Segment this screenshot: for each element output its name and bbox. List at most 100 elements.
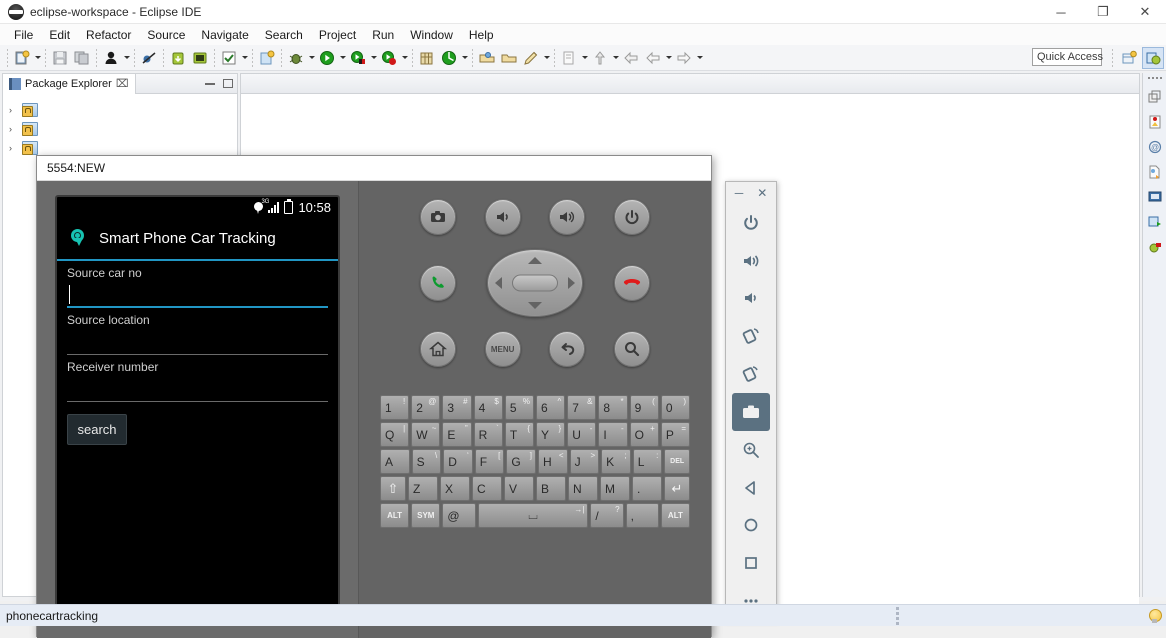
annotation-icon[interactable]: [559, 48, 579, 68]
maximize-view-button[interactable]: [223, 79, 233, 88]
menu-refactor[interactable]: Refactor: [78, 26, 139, 44]
open-type-icon[interactable]: [477, 48, 497, 68]
call-button[interactable]: [420, 265, 456, 301]
end-call-button[interactable]: [614, 265, 650, 301]
key-x[interactable]: X: [440, 476, 470, 501]
rotate-left-icon[interactable]: [732, 317, 770, 355]
key-enter[interactable]: ↵: [664, 476, 690, 501]
key-alt-right[interactable]: ALT: [660, 503, 691, 528]
receiver-number-input[interactable]: [67, 376, 328, 402]
key-d[interactable]: D ‘: [443, 449, 473, 474]
key-at[interactable]: @: [442, 503, 476, 528]
menu-window[interactable]: Window: [402, 26, 461, 44]
tab-package-explorer[interactable]: Package Explorer ⌧: [3, 73, 136, 94]
key-p[interactable]: P =: [660, 422, 691, 447]
rotate-right-icon[interactable]: [732, 355, 770, 393]
next-annotation-dropdown[interactable]: [611, 48, 620, 68]
run-external-dropdown[interactable]: [369, 48, 378, 68]
key-n[interactable]: N: [568, 476, 598, 501]
back-icon[interactable]: [621, 48, 641, 68]
key-3[interactable]: 3 #: [442, 395, 472, 420]
back-button[interactable]: [549, 331, 586, 367]
new-package-icon[interactable]: [417, 48, 437, 68]
volume-up-icon[interactable]: [732, 242, 770, 280]
key-5[interactable]: 5%: [504, 395, 535, 420]
expand-arrow-icon[interactable]: ›: [9, 143, 19, 153]
menu-run[interactable]: Run: [364, 26, 402, 44]
android-avd-manager-icon[interactable]: [190, 48, 210, 68]
zoom-icon[interactable]: [732, 431, 770, 469]
check-dropdown[interactable]: [240, 48, 249, 68]
forward-dropdown[interactable]: [695, 48, 704, 68]
phone-screen[interactable]: 3G 10:58 Smart Phone Car Tracking Source…: [55, 194, 340, 625]
key-e[interactable]: E”: [442, 422, 472, 447]
home-circle-icon[interactable]: [732, 507, 770, 545]
key-slash[interactable]: /?: [590, 503, 624, 528]
key-m[interactable]: M: [600, 476, 630, 501]
key-l[interactable]: L:: [632, 449, 663, 474]
lightbulb-icon[interactable]: [1149, 608, 1162, 623]
new-wizard-dropdown[interactable]: [33, 48, 42, 68]
key-space[interactable]: ⌴ →|: [477, 503, 589, 528]
source-car-no-input[interactable]: [67, 282, 328, 308]
menu-search[interactable]: Search: [257, 26, 311, 44]
menu-help[interactable]: Help: [461, 26, 502, 44]
dpad[interactable]: [487, 249, 583, 317]
ddms-icon[interactable]: [1146, 238, 1164, 256]
menu-project[interactable]: Project: [311, 26, 364, 44]
coverage-dropdown[interactable]: [460, 48, 469, 68]
quick-access-input[interactable]: Quick Access: [1032, 48, 1103, 66]
status-bar-grip[interactable]: [896, 606, 899, 625]
home-button[interactable]: [420, 331, 456, 367]
next-annotation-icon[interactable]: [590, 48, 610, 68]
key-g[interactable]: G]: [506, 449, 536, 474]
ddms-perspective-button[interactable]: [1142, 47, 1164, 69]
console-icon[interactable]: [1146, 188, 1164, 206]
user-dropdown[interactable]: [122, 48, 131, 68]
restore-button[interactable]: ❐: [1082, 0, 1124, 24]
tree-item[interactable]: ›: [3, 119, 237, 138]
key-c[interactable]: C: [472, 476, 502, 501]
minimize-view-button[interactable]: [205, 82, 215, 85]
source-location-input[interactable]: [67, 329, 328, 355]
menu-button[interactable]: MENU: [484, 331, 521, 367]
key-0[interactable]: 0): [660, 395, 691, 420]
key-y[interactable]: Y}: [536, 422, 566, 447]
menu-navigate[interactable]: Navigate: [193, 26, 256, 44]
minimize-button[interactable]: ─: [1040, 0, 1082, 24]
key-delete[interactable]: DEL: [664, 449, 690, 474]
at-icon[interactable]: @: [1146, 138, 1164, 156]
key-6[interactable]: 6 ^: [536, 395, 566, 420]
javadoc-icon[interactable]: [1146, 163, 1164, 181]
key-t[interactable]: T{: [504, 422, 535, 447]
new-wizard-icon[interactable]: [12, 48, 32, 68]
check-icon[interactable]: [219, 48, 239, 68]
previous-icon[interactable]: [643, 48, 663, 68]
key-i[interactable]: I-: [598, 422, 628, 447]
debug-dropdown[interactable]: [307, 48, 316, 68]
emulator-toolbar-minimize[interactable]: ─: [735, 186, 744, 200]
run-external-tools-icon[interactable]: [348, 48, 368, 68]
save-icon[interactable]: [50, 48, 70, 68]
key-shift[interactable]: ⇧: [380, 476, 406, 501]
edit-dropdown[interactable]: [542, 48, 551, 68]
dpad-select-button[interactable]: [512, 274, 558, 292]
key-h[interactable]: H <: [537, 449, 568, 474]
back-triangle-icon[interactable]: [732, 469, 770, 507]
key-o[interactable]: O +: [629, 422, 659, 447]
skip-breakpoints-icon[interactable]: [139, 48, 159, 68]
run-icon[interactable]: [317, 48, 337, 68]
previous-dropdown[interactable]: [664, 48, 673, 68]
close-button[interactable]: ✕: [1124, 0, 1166, 24]
key-q[interactable]: Q |: [380, 422, 410, 447]
key-8[interactable]: 8 *: [598, 395, 628, 420]
dpad-down-icon[interactable]: [528, 302, 542, 309]
key-1[interactable]: 1!: [380, 395, 410, 420]
search-button[interactable]: search: [67, 413, 127, 445]
save-all-icon[interactable]: [72, 48, 92, 68]
key-s[interactable]: S \: [411, 449, 442, 474]
emulator-toolbar-close[interactable]: ✕: [757, 186, 767, 200]
key-b[interactable]: B: [536, 476, 566, 501]
camera-button[interactable]: [420, 199, 456, 235]
expand-arrow-icon[interactable]: ›: [9, 124, 19, 134]
